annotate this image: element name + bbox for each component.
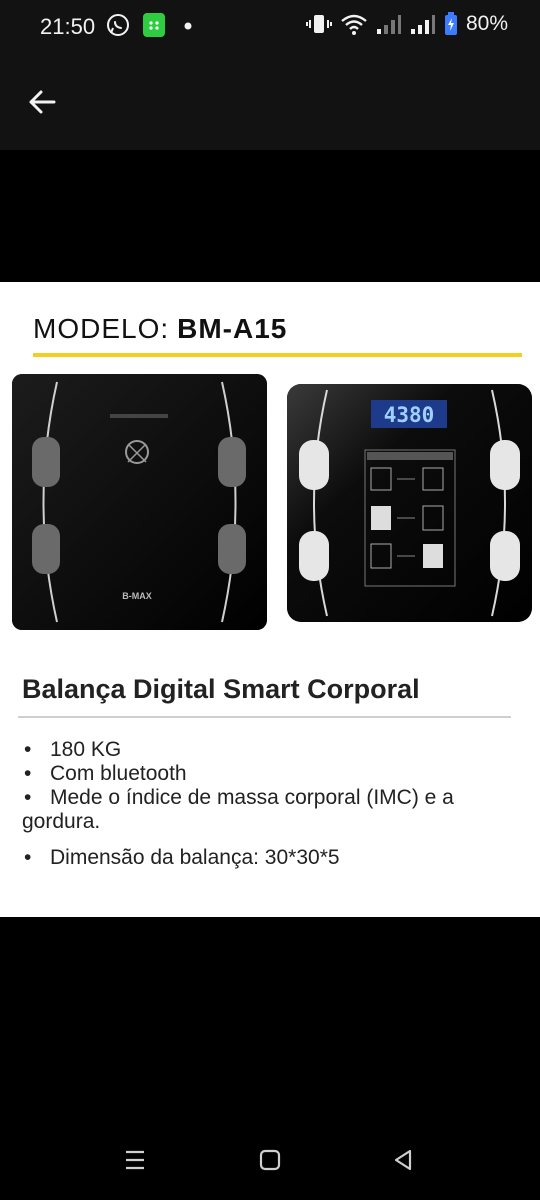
clock: 21:50 (40, 14, 96, 39)
whatsapp-icon (107, 14, 129, 36)
battery-percent: 80% (465, 12, 508, 35)
home-icon (259, 1149, 281, 1171)
display-reading: 4380 (384, 403, 435, 427)
notification-icons (106, 12, 198, 38)
arrow-left-icon (29, 90, 56, 114)
model-underline (33, 353, 522, 357)
signal-icon (376, 15, 401, 34)
back-button[interactable] (20, 80, 64, 124)
scale-front-image: B-MAX (12, 374, 267, 630)
scale-brand: B-MAX (122, 591, 152, 601)
system-icons: 80% (305, 12, 508, 36)
model-label: MODELO: (33, 313, 170, 344)
product-title: Balança Digital Smart Corporal (22, 674, 420, 704)
product-image[interactable]: MODELO: BM-A15 B-MAX 4380 Balança Digita… (0, 282, 540, 917)
navigation-bar (0, 1120, 540, 1200)
model-heading: MODELO: BM-A15 (33, 313, 287, 345)
system-back-button[interactable] (388, 1146, 418, 1174)
vibrate-icon (305, 15, 332, 33)
feature-list: • 180 KG • Com bluetooth • Mede o índice de… (22, 738, 522, 870)
dot-icon (184, 22, 192, 30)
status-bar: 21:50 80% (0, 0, 540, 56)
list-item: • Com bluetooth (24, 762, 187, 785)
home-button[interactable] (255, 1146, 285, 1174)
wifi-icon (341, 14, 367, 35)
recent-apps-button[interactable] (120, 1146, 150, 1174)
list-item: • Mede o índice de massa corporal (IMC) e… (22, 786, 454, 833)
app-bar (0, 56, 540, 150)
title-divider (18, 716, 511, 718)
battery-charging-icon (444, 12, 457, 35)
signal-icon (410, 15, 435, 34)
scale-display-image: 4380 (287, 384, 532, 622)
recent-apps-icon (126, 1150, 144, 1170)
back-triangle-icon (394, 1149, 412, 1171)
list-item: • Dimensão da balança: 30*30*5 (24, 846, 340, 869)
app-notification-icon (143, 13, 165, 37)
model-value: BM-A15 (177, 313, 288, 344)
list-item: • 180 KG (24, 738, 122, 761)
